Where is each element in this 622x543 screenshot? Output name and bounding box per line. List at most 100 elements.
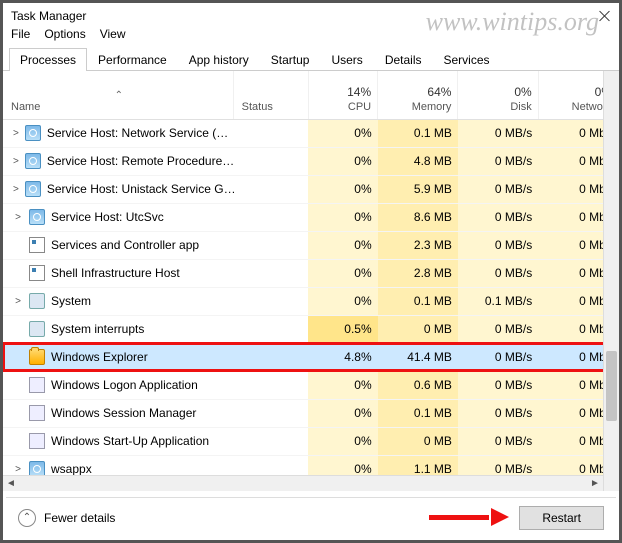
process-name: System [51, 294, 91, 308]
cpu-pct: 14% [315, 85, 372, 99]
status-cell [233, 371, 308, 399]
mem-cell: 4.8 MB [378, 147, 458, 175]
cpu-cell: 0% [308, 399, 378, 427]
menu-file[interactable]: File [11, 27, 30, 41]
disk-cell: 0.1 MB/s [458, 287, 538, 315]
disk-cell: 0 MB/s [458, 147, 538, 175]
scroll-left-icon[interactable]: ◄ [3, 478, 19, 489]
cpu-cell: 0% [308, 259, 378, 287]
col-status-label: Status [242, 101, 273, 113]
tab-details[interactable]: Details [374, 48, 433, 71]
mem-cell: 0.1 MB [378, 119, 458, 147]
tab-apphistory[interactable]: App history [178, 48, 260, 71]
table-row[interactable]: >Service Host: UtcSvc0%8.6 MB0 MB/s0 Mbp [3, 203, 619, 231]
process-name: Shell Infrastructure Host [51, 266, 180, 280]
status-cell [233, 231, 308, 259]
table-row[interactable]: System interrupts0.5%0 MB0 MB/s0 Mbp [3, 315, 619, 343]
vertical-scrollbar[interactable] [603, 71, 619, 491]
status-cell [233, 175, 308, 203]
mem-pct: 64% [384, 85, 451, 99]
disk-cell: 0 MB/s [458, 175, 538, 203]
mem-cell: 0.1 MB [378, 287, 458, 315]
fewer-details-button[interactable]: ⌃ Fewer details [18, 509, 115, 527]
table-row[interactable]: Shell Infrastructure Host0%2.8 MB0 MB/s0… [3, 259, 619, 287]
col-memory[interactable]: 64% Memory [378, 71, 458, 119]
tab-performance[interactable]: Performance [87, 48, 178, 71]
cpu-cell: 0% [308, 427, 378, 455]
mem-cell: 0 MB [378, 315, 458, 343]
scroll-right-icon[interactable]: ► [587, 478, 603, 489]
status-cell [233, 259, 308, 287]
generic-icon [29, 433, 45, 449]
mem-cell: 0 MB [378, 427, 458, 455]
disk-pct: 0% [464, 85, 531, 99]
cpu-label: CPU [348, 101, 371, 113]
horizontal-scrollbar[interactable]: ◄ ► [3, 475, 603, 491]
window-title: Task Manager [11, 9, 86, 23]
disk-cell: 0 MB/s [458, 427, 538, 455]
process-name: Service Host: Unistack Service G… [47, 182, 236, 196]
svc-icon [29, 209, 45, 225]
net-pct: 0% [545, 85, 612, 99]
mem-cell: 0.1 MB [378, 399, 458, 427]
tab-startup[interactable]: Startup [260, 48, 321, 71]
tab-users[interactable]: Users [320, 48, 373, 71]
disk-cell: 0 MB/s [458, 343, 538, 371]
cpu-cell: 0% [308, 147, 378, 175]
table-row[interactable]: > Service Host: Unistack Service G… 0%5.9 … [3, 175, 619, 203]
close-icon[interactable] [599, 10, 611, 22]
col-cpu[interactable]: 14% CPU [308, 71, 378, 119]
process-grid: ⌃ Name Status 14% CPU 64% Memory 0% Disk [3, 71, 619, 491]
status-cell [233, 315, 308, 343]
expand-icon[interactable]: > [13, 212, 23, 223]
mem-cell: 41.4 MB [378, 343, 458, 371]
sort-arrow-icon: ⌃ [11, 90, 227, 101]
scrollbar-thumb[interactable] [606, 351, 617, 421]
sys-icon [29, 293, 45, 309]
table-row[interactable]: Windows Session Manager0%0.1 MB0 MB/s0 M… [3, 399, 619, 427]
process-name: Service Host: Network Service (… [47, 126, 228, 140]
status-cell [233, 287, 308, 315]
mem-label: Memory [412, 101, 452, 113]
table-row[interactable]: Windows Start-Up Application0%0 MB0 MB/s… [3, 427, 619, 455]
mem-cell: 5.9 MB [378, 175, 458, 203]
table-row[interactable]: > Service Host: Remote Procedure… 0%4.8 MB… [3, 147, 619, 175]
process-name: Services and Controller app [51, 238, 199, 252]
table-row[interactable]: Windows Logon Application0%0.6 MB0 MB/s0… [3, 371, 619, 399]
generic-icon [29, 405, 45, 421]
expand-icon[interactable]: > [13, 184, 19, 195]
col-name[interactable]: ⌃ Name [3, 71, 233, 119]
col-disk[interactable]: 0% Disk [458, 71, 538, 119]
tab-processes[interactable]: Processes [9, 48, 87, 71]
expand-icon[interactable]: > [13, 464, 23, 475]
table-row[interactable]: Services and Controller app0%2.3 MB0 MB/… [3, 231, 619, 259]
col-status[interactable]: Status [233, 71, 308, 119]
mem-cell: 2.8 MB [378, 259, 458, 287]
footer-bar: ⌃ Fewer details Restart [6, 497, 616, 537]
titlebar: Task Manager [3, 3, 619, 25]
table-row[interactable]: Windows Explorer4.8%41.4 MB0 MB/s0 Mbp [3, 343, 619, 371]
menu-view[interactable]: View [100, 27, 126, 41]
menu-options[interactable]: Options [44, 27, 85, 41]
app-icon [29, 265, 45, 281]
process-name: Service Host: Remote Procedure… [47, 154, 234, 168]
expand-icon[interactable]: > [13, 156, 19, 167]
col-name-label: Name [11, 101, 40, 113]
cpu-cell: 0% [308, 175, 378, 203]
process-table: ⌃ Name Status 14% CPU 64% Memory 0% Disk [3, 71, 619, 484]
tab-services[interactable]: Services [433, 48, 501, 71]
expand-icon[interactable]: > [13, 128, 19, 139]
disk-cell: 0 MB/s [458, 315, 538, 343]
disk-cell: 0 MB/s [458, 231, 538, 259]
process-name: Windows Logon Application [51, 378, 198, 392]
table-row[interactable]: >Service Host: Network Service (…0%0.1 M… [3, 119, 619, 147]
restart-button[interactable]: Restart [519, 506, 604, 530]
expand-icon[interactable]: > [13, 296, 23, 307]
cpu-cell: 0% [308, 203, 378, 231]
status-cell [233, 427, 308, 455]
table-row[interactable]: >System0%0.1 MB0.1 MB/s0 Mbp [3, 287, 619, 315]
cpu-cell: 0.5% [308, 315, 378, 343]
disk-cell: 0 MB/s [458, 119, 538, 147]
explorer-icon [29, 349, 45, 365]
mem-cell: 0.6 MB [378, 371, 458, 399]
